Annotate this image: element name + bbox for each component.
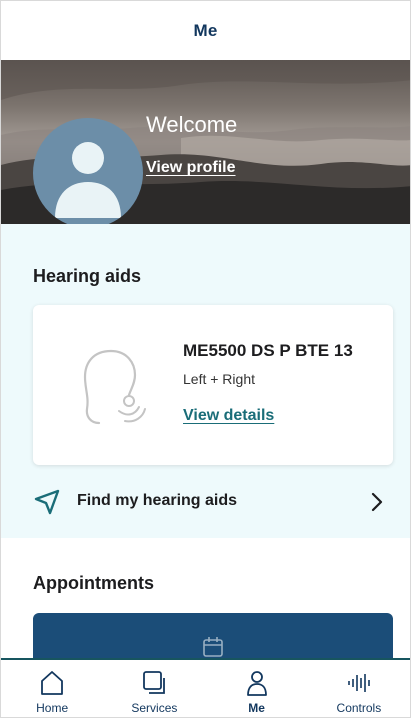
top-bar: Me xyxy=(1,1,410,60)
device-name: ME5500 DS P BTE 13 xyxy=(183,341,353,360)
home-icon xyxy=(41,671,64,695)
bottom-navigation: Home Services Me Controls xyxy=(1,658,410,717)
device-sides: Left + Right xyxy=(183,371,255,387)
nav-controls-label: Controls xyxy=(336,701,382,715)
hearing-aids-heading: Hearing aids xyxy=(33,266,142,286)
person-icon xyxy=(55,142,121,218)
nav-services-label: Services xyxy=(131,701,178,715)
page-title: Me xyxy=(193,20,218,40)
nav-me-label: Me xyxy=(248,701,265,715)
view-profile-link[interactable]: View profile xyxy=(146,159,236,177)
chevron-right-icon xyxy=(371,492,383,512)
calendar-icon xyxy=(203,637,223,657)
services-icon xyxy=(143,671,166,694)
nav-me[interactable]: Me xyxy=(206,660,308,717)
hearing-aid-card[interactable]: ME5500 DS P BTE 13 Left + Right View det… xyxy=(33,305,393,465)
welcome-text: Welcome xyxy=(146,112,238,137)
find-my-hearing-aids-row[interactable]: Find my hearing aids xyxy=(1,480,410,524)
hearing-aids-section: Hearing aids ME5500 DS P BTE 13 Left + R… xyxy=(1,224,410,538)
nav-controls[interactable]: Controls xyxy=(308,660,410,717)
nav-services[interactable]: Services xyxy=(103,660,205,717)
profile-banner: Welcome View profile xyxy=(1,60,410,224)
nav-home-label: Home xyxy=(36,701,69,715)
avatar[interactable] xyxy=(33,118,143,224)
view-details-link[interactable]: View details xyxy=(183,407,274,425)
hearing-aid-icon xyxy=(83,349,146,425)
navigation-arrow-icon xyxy=(34,489,60,515)
appointments-heading: Appointments xyxy=(33,573,154,593)
controls-icon xyxy=(348,674,370,692)
find-my-hearing-aids-label: Find my hearing aids xyxy=(77,492,238,509)
app-frame: Me Welcome View profile Hearing aids ME5… xyxy=(0,0,411,718)
nav-home[interactable]: Home xyxy=(1,660,103,717)
person-icon xyxy=(246,671,267,696)
